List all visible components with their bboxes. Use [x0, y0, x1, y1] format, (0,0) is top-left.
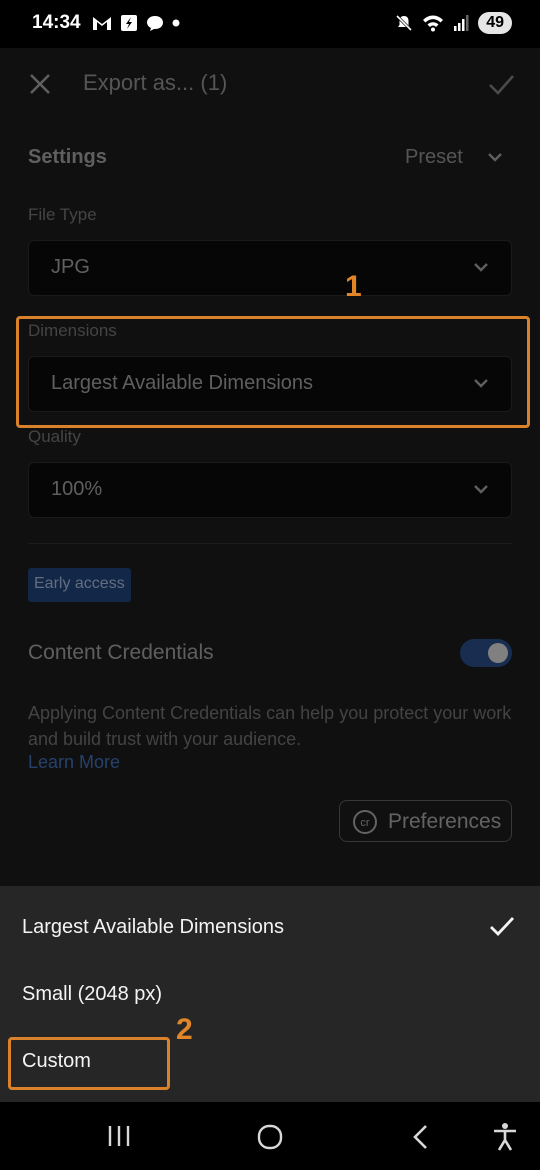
- status-system-icons: 49: [395, 12, 512, 34]
- quality-dropdown[interactable]: 100%: [28, 462, 512, 518]
- status-bar: 14:34 49: [0, 0, 540, 48]
- home-icon[interactable]: [257, 1124, 283, 1150]
- preferences-label: Preferences: [388, 810, 502, 833]
- signal-icon: [454, 15, 469, 31]
- battery-indicator: 49: [478, 12, 512, 34]
- option-largest-dimensions[interactable]: Largest Available Dimensions: [22, 916, 284, 939]
- accessibility-icon[interactable]: [492, 1122, 518, 1152]
- back-icon[interactable]: [410, 1124, 432, 1150]
- settings-heading: Settings: [28, 146, 107, 168]
- content-credentials-label: Content Credentials: [28, 641, 214, 664]
- check-icon: [490, 917, 515, 937]
- preferences-button[interactable]: cr Preferences: [339, 800, 512, 842]
- chevron-down-icon[interactable]: [486, 150, 504, 164]
- top-bar: Export as... (1): [0, 48, 540, 120]
- toggle-knob: [488, 643, 508, 663]
- status-time: 14:34: [32, 12, 81, 33]
- annotation-step-1: 1: [345, 270, 362, 303]
- wifi-icon: [423, 15, 444, 32]
- system-nav-bar: [0, 1102, 540, 1170]
- dimensions-value: Largest Available Dimensions: [51, 372, 314, 394]
- recent-apps-icon[interactable]: [107, 1124, 131, 1148]
- quality-value: 100%: [51, 478, 103, 500]
- content-credentials-description: Applying Content Credentials can help yo…: [28, 703, 512, 749]
- dimensions-dropdown[interactable]: Largest Available Dimensions: [28, 356, 512, 412]
- chevron-down-icon: [474, 379, 488, 388]
- gmail-icon: [93, 17, 111, 30]
- annotation-step-2: 2: [176, 1013, 193, 1046]
- content-credentials-toggle[interactable]: [460, 639, 512, 667]
- file-type-dropdown[interactable]: JPG: [28, 240, 512, 296]
- export-settings-screen: Export as... (1) Settings Preset File Ty…: [0, 48, 540, 886]
- page-title: Export as... (1): [83, 70, 228, 95]
- preset-button[interactable]: Preset: [405, 146, 463, 169]
- chat-icon: [147, 16, 163, 31]
- status-notification-icons: [92, 14, 180, 32]
- content-credentials-icon: cr: [353, 810, 377, 834]
- chevron-down-icon: [474, 485, 488, 494]
- divider: [28, 543, 512, 544]
- check-icon[interactable]: [486, 70, 516, 98]
- option-custom[interactable]: Custom: [22, 1050, 91, 1073]
- app-icon: [121, 15, 137, 31]
- file-type-label: File Type: [28, 205, 97, 224]
- option-small-2048[interactable]: Small (2048 px): [22, 983, 162, 1006]
- learn-more-link[interactable]: Learn More: [28, 752, 120, 773]
- quality-label: Quality: [28, 427, 81, 446]
- close-icon[interactable]: [26, 70, 54, 98]
- svg-text:cr: cr: [360, 817, 370, 829]
- mute-icon: [396, 14, 413, 32]
- early-access-badge: Early access: [28, 568, 131, 602]
- file-type-value: JPG: [51, 256, 90, 278]
- dimensions-label: Dimensions: [28, 321, 117, 340]
- dot-icon: [172, 19, 180, 27]
- dimensions-options-sheet: Largest Available Dimensions Small (2048…: [0, 886, 540, 1102]
- chevron-down-icon: [474, 263, 488, 272]
